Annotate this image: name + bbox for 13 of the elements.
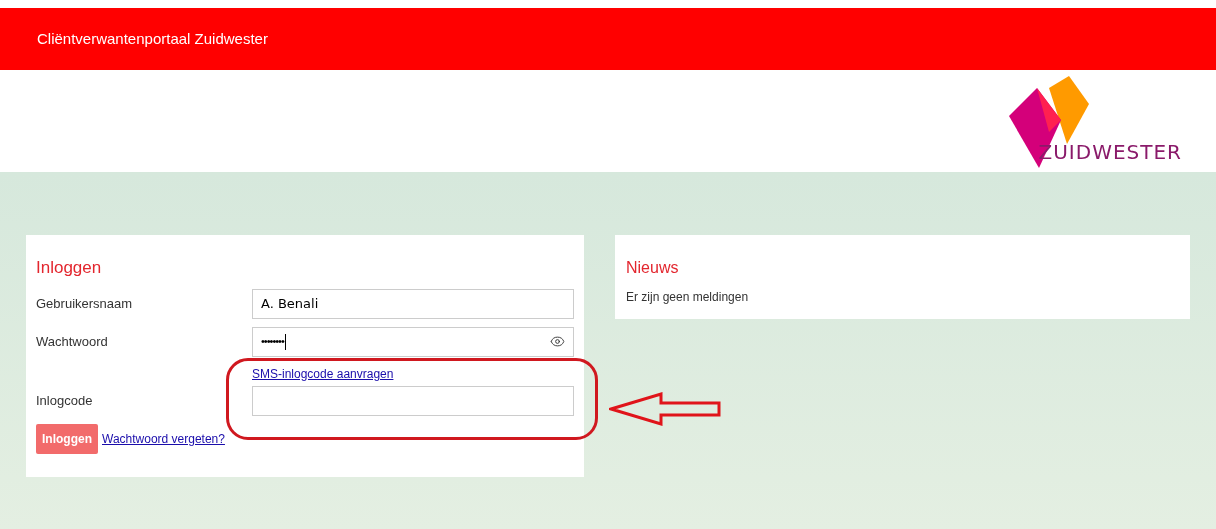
field-label: Gebruikersnaam [36, 294, 134, 313]
news-title: Nieuws [626, 258, 680, 278]
forgot-password-link[interactable]: Wachtwoord vergeten? [102, 429, 225, 448]
login-title: Inloggen [36, 257, 103, 279]
sms-code-link[interactable]: SMS-inlogcode aanvragen [252, 364, 574, 383]
field-label: Wachtwoord [36, 332, 109, 351]
code-field[interactable] [252, 385, 574, 416]
field-label: Inlogcode [36, 391, 94, 410]
password-field[interactable]: •••••••• [252, 326, 574, 357]
username-field[interactable]: A. Benali [252, 288, 574, 319]
show-password-icon[interactable] [550, 334, 565, 349]
portal-title: Cliëntverwantenportaal Zuidwester [37, 28, 268, 49]
news-message: Er zijn geen meldingen [626, 289, 750, 306]
